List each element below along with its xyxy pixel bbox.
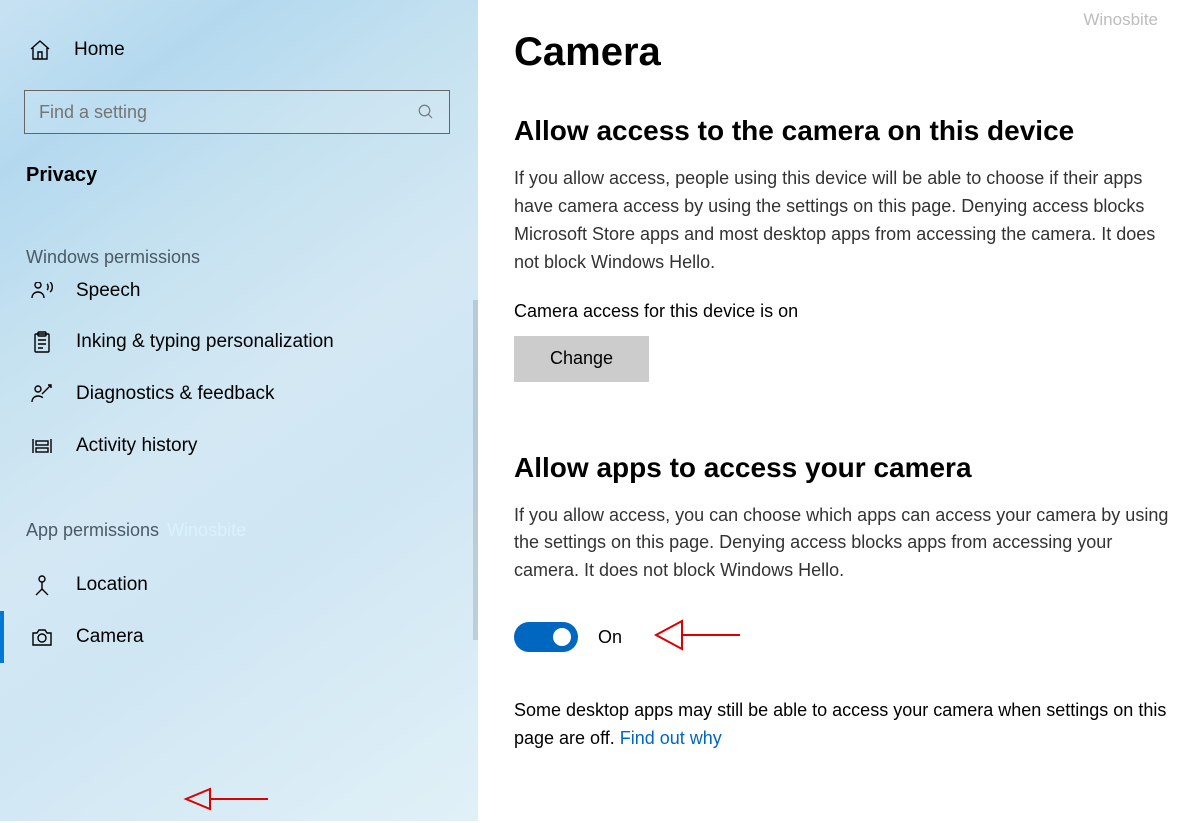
camera-access-status: Camera access for this device is on (514, 301, 1174, 322)
section-heading-device-access: Allow access to the camera on this devic… (514, 115, 1174, 147)
feedback-icon (30, 382, 54, 406)
sidebar-item-label: Diagnostics & feedback (76, 383, 275, 405)
person-speech-icon (30, 282, 54, 302)
sidebar-item-inking[interactable]: Inking & typing personalization (0, 316, 478, 368)
allow-apps-toggle[interactable] (514, 622, 578, 652)
watermark-text: Winosbite (1083, 10, 1158, 30)
sidebar-item-location[interactable]: Location (0, 559, 478, 611)
search-icon (417, 103, 435, 121)
clipboard-icon (30, 330, 54, 354)
timeline-icon (30, 434, 54, 458)
sidebar-item-label: Location (76, 574, 148, 596)
sidebar-item-label: Inking & typing personalization (76, 331, 334, 353)
settings-search[interactable] (24, 90, 450, 134)
section-heading-app-access: Allow apps to access your camera (514, 452, 1174, 484)
sidebar-section-title: Privacy (0, 164, 478, 187)
section-body-text: If you allow access, people using this d… (514, 165, 1174, 277)
section-body-text: If you allow access, you can choose whic… (514, 502, 1174, 586)
camera-icon (30, 625, 54, 649)
find-out-why-link[interactable]: Find out why (620, 728, 722, 748)
sidebar-item-label: Speech (76, 282, 140, 302)
annotation-arrow-icon (652, 609, 742, 661)
settings-sidebar: Home Privacy Windows permissions Speech … (0, 0, 478, 821)
search-input[interactable] (39, 102, 417, 123)
sidebar-item-label: Activity history (76, 435, 197, 457)
annotation-arrow-icon (180, 779, 270, 819)
sidebar-group-windows-permissions: Windows permissions (0, 247, 478, 268)
sidebar-item-activity-history[interactable]: Activity history (0, 420, 478, 472)
desktop-apps-note: Some desktop apps may still be able to a… (514, 697, 1174, 753)
watermark-text: Winosbite (167, 520, 246, 540)
home-label: Home (74, 39, 125, 61)
toggle-knob (553, 628, 571, 646)
settings-main: Winosbite Camera Allow access to the cam… (478, 0, 1200, 821)
sidebar-item-speech[interactable]: Speech (0, 282, 478, 316)
sidebar-item-diagnostics[interactable]: Diagnostics & feedback (0, 368, 478, 420)
sidebar-group-app-permissions: App permissionsWinosbite (0, 520, 478, 541)
home-icon (28, 38, 52, 62)
location-icon (30, 573, 54, 597)
sidebar-home[interactable]: Home (0, 32, 478, 68)
change-button[interactable]: Change (514, 336, 649, 382)
page-title: Camera (514, 30, 1174, 75)
sidebar-item-label: Camera (76, 626, 144, 648)
sidebar-item-camera[interactable]: Camera (0, 611, 478, 663)
toggle-state-label: On (598, 627, 622, 648)
